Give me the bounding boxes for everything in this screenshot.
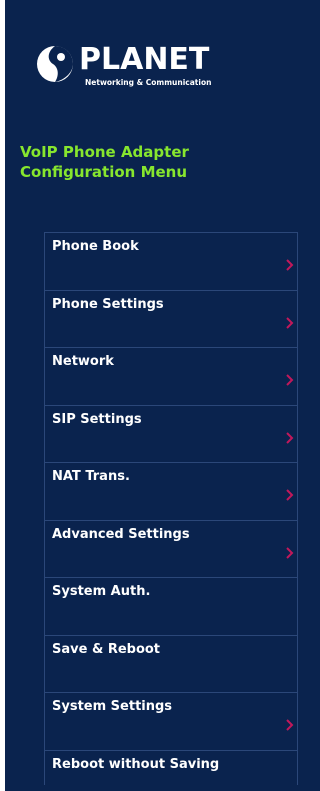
menu-item-label: Phone Settings [52,296,164,312]
brand-logo: PLANET Networking & Communication [35,42,215,94]
sidebar-panel: PLANET Networking & Communication VoIP P… [5,0,298,791]
menu-item-label: SIP Settings [52,411,142,427]
chevron-right-icon [286,431,294,444]
brand-name: PLANET [79,42,210,77]
menu-item-label: Network [52,354,114,369]
config-menu: Phone Book Phone Settings Network SIP Se… [44,232,298,785]
planet-logo-icon [37,46,73,82]
menu-item-label: NAT Trans. [52,469,130,484]
menu-item-save-reboot[interactable]: Save & Reboot [44,635,298,693]
menu-item-label: System Auth. [52,584,151,599]
chevron-right-icon [286,719,294,731]
menu-item-label: Advanced Settings [52,526,190,542]
menu-item-label: Reboot without Saving [52,756,220,772]
menu-item-sip-settings[interactable]: SIP Settings [44,405,298,463]
menu-item-advanced-settings[interactable]: Advanced Settings [44,520,298,578]
menu-item-system-settings[interactable]: System Settings [44,693,298,751]
menu-item-phone-book[interactable]: Phone Book [44,233,298,291]
menu-item-reboot-without-saving[interactable]: Reboot without Saving [44,750,298,785]
chevron-right-icon [286,316,294,329]
chevron-right-icon [286,259,294,271]
menu-item-label: Phone Book [52,239,139,254]
chevron-right-icon [286,489,294,501]
chevron-right-icon [286,374,294,386]
menu-item-network[interactable]: Network [44,348,298,406]
page-title-line2: Configuration Menu [20,163,188,181]
menu-item-phone-settings[interactable]: Phone Settings [44,290,298,348]
chevron-right-icon [286,546,294,559]
page-title: VoIP Phone Adapter Configuration Menu [20,142,189,182]
menu-item-label: System Settings [52,699,173,714]
menu-item-label: Save & Reboot [52,641,161,657]
page-title-line1: VoIP Phone Adapter [20,143,189,161]
menu-item-system-auth[interactable]: System Auth. [44,578,298,636]
menu-item-nat-trans[interactable]: NAT Trans. [44,463,298,521]
brand-tagline: Networking & Communication [85,78,212,87]
